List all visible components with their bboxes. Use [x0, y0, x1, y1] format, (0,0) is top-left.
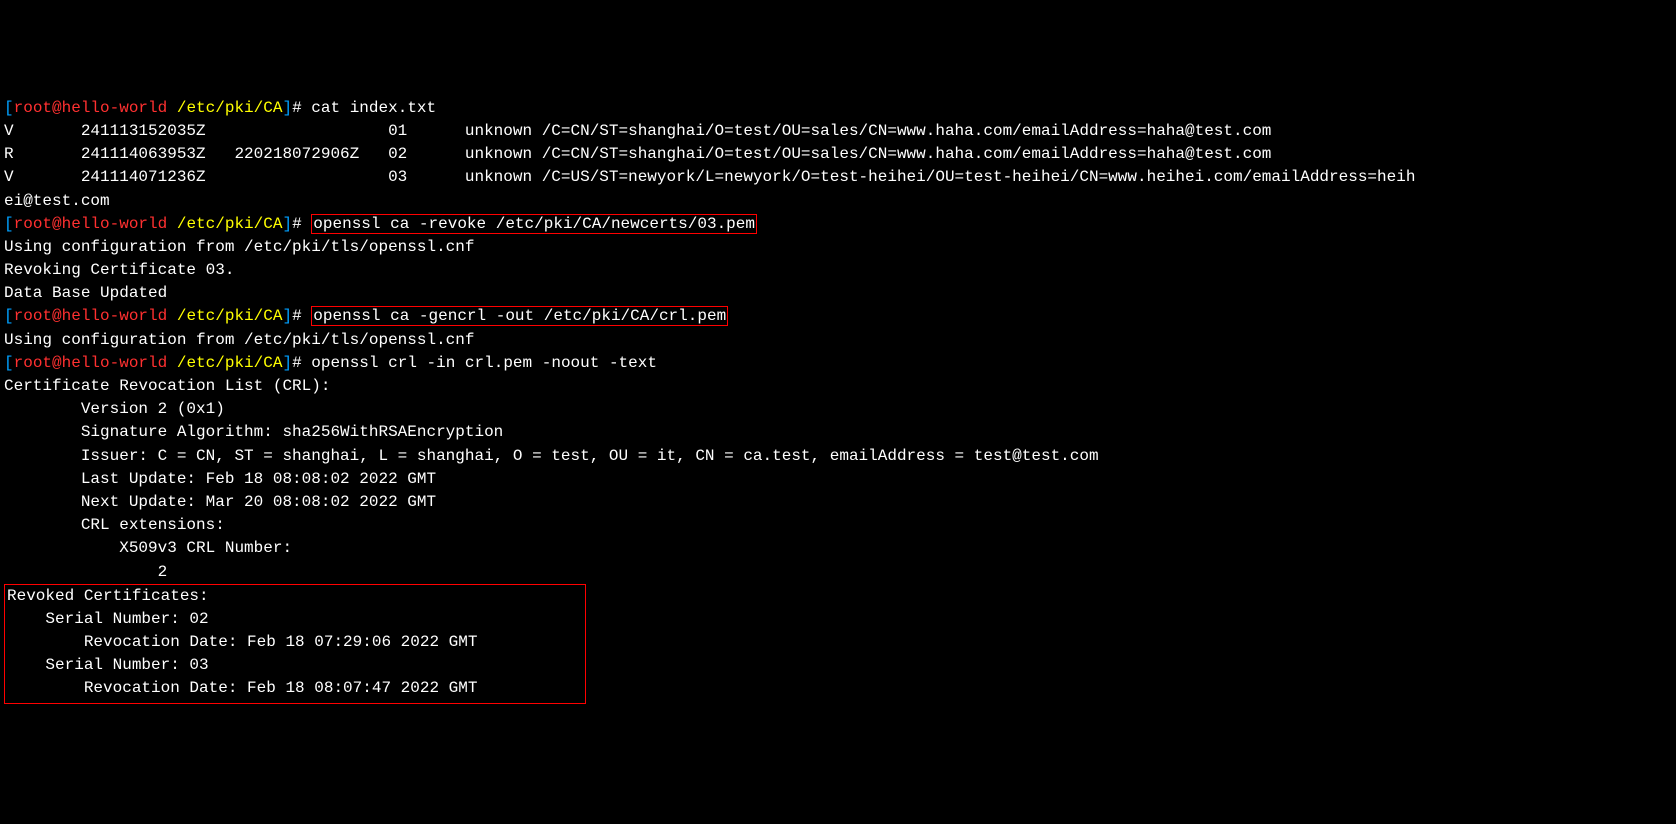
revoked-line: Revoked Certificates:: [7, 587, 209, 605]
crl-output-line: Issuer: C = CN, ST = shanghai, L = shang…: [4, 447, 1099, 465]
prompt-hash: #: [292, 307, 302, 325]
prompt-bracket-close: ]: [282, 354, 292, 372]
prompt-hash: #: [292, 99, 302, 117]
crl-output-line: Certificate Revocation List (CRL):: [4, 377, 330, 395]
prompt-bracket-open: [: [4, 354, 14, 372]
crl-output-line: Last Update: Feb 18 08:08:02 2022 GMT: [4, 470, 436, 488]
prompt-bracket-open: [: [4, 307, 14, 325]
index-row: V 241114071236Z 03 unknown /C=US/ST=newy…: [4, 168, 1415, 186]
prompt-user-host: root@hello-world: [14, 354, 168, 372]
crl-output-line: 2: [4, 563, 167, 581]
crl-output-line: Version 2 (0x1): [4, 400, 225, 418]
prompt-bracket-open: [: [4, 99, 14, 117]
output-line: Using configuration from /etc/pki/tls/op…: [4, 238, 474, 256]
revoked-line: Serial Number: 02: [7, 610, 209, 628]
output-line: Revoking Certificate 03.: [4, 261, 234, 279]
prompt-hash: #: [292, 354, 302, 372]
prompt-bracket-close: ]: [282, 307, 292, 325]
crl-output-line: CRL extensions:: [4, 516, 225, 534]
prompt-path: /etc/pki/CA: [177, 215, 283, 233]
crl-output-line: Next Update: Mar 20 08:08:02 2022 GMT: [4, 493, 436, 511]
output-line: Data Base Updated: [4, 284, 167, 302]
revoked-line: Revocation Date: Feb 18 07:29:06 2022 GM…: [7, 633, 477, 651]
index-row: V 241113152035Z 01 unknown /C=CN/ST=shan…: [4, 122, 1271, 140]
command-crl-text: openssl crl -in crl.pem -noout -text: [311, 354, 657, 372]
crl-output-line: X509v3 CRL Number:: [4, 539, 302, 557]
prompt-bracket-close: ]: [282, 215, 292, 233]
revoked-line: Revocation Date: Feb 18 08:07:47 2022 GM…: [7, 679, 477, 697]
command-gencrl: openssl ca -gencrl -out /etc/pki/CA/crl.…: [313, 307, 726, 325]
prompt-path: /etc/pki/CA: [177, 354, 283, 372]
command-revoke: openssl ca -revoke /etc/pki/CA/newcerts/…: [313, 215, 755, 233]
prompt-user-host: root@hello-world: [14, 307, 168, 325]
prompt-hash: #: [292, 215, 302, 233]
prompt-path: /etc/pki/CA: [177, 307, 283, 325]
crl-output-line: Signature Algorithm: sha256WithRSAEncryp…: [4, 423, 503, 441]
prompt-user-host: root@hello-world: [14, 215, 168, 233]
prompt-bracket-open: [: [4, 215, 14, 233]
highlighted-revoked-block: Revoked Certificates: Serial Number: 02 …: [4, 584, 586, 704]
output-line: Using configuration from /etc/pki/tls/op…: [4, 331, 474, 349]
prompt-user-host: root@hello-world: [14, 99, 168, 117]
highlighted-command-revoke: openssl ca -revoke /etc/pki/CA/newcerts/…: [311, 214, 757, 234]
revoked-line: Serial Number: 03: [7, 656, 209, 674]
highlighted-command-gencrl: openssl ca -gencrl -out /etc/pki/CA/crl.…: [311, 306, 728, 326]
index-row-wrap: ei@test.com: [4, 192, 110, 210]
command-cat: cat index.txt: [311, 99, 436, 117]
index-row: R 241114063953Z 220218072906Z 02 unknown…: [4, 145, 1271, 163]
prompt-path: /etc/pki/CA: [177, 99, 283, 117]
terminal-output: [root@hello-world /etc/pki/CA]# cat inde…: [4, 97, 1672, 704]
prompt-bracket-close: ]: [282, 99, 292, 117]
